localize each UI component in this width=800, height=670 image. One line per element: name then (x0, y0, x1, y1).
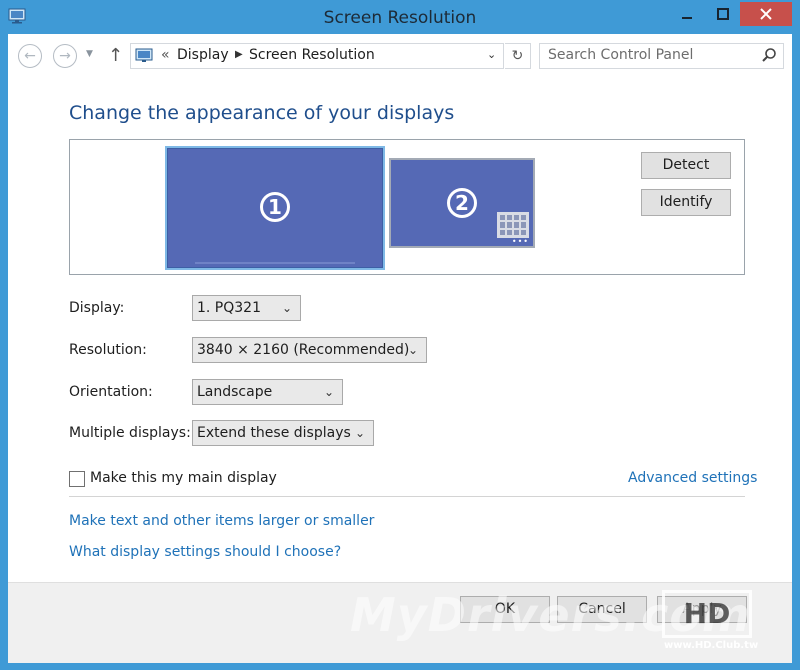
search-placeholder: Search Control Panel (548, 47, 694, 63)
screen-resolution-window: Screen Resolution ← → ▼ ↑ « Display ▶ Sc… (0, 0, 800, 670)
maximize-button[interactable] (706, 2, 740, 26)
resolution-select[interactable]: 3840 × 2160 (Recommended) ⌄ (192, 337, 427, 363)
display-settings-help-link[interactable]: What display settings should I choose? (69, 544, 341, 560)
monitor-2-number: 2 (447, 188, 477, 218)
page-title: Change the appearance of your displays (69, 102, 455, 124)
multiple-displays-label: Multiple displays: (69, 425, 191, 441)
close-button[interactable] (740, 2, 792, 26)
refresh-button[interactable]: ↻ (505, 43, 531, 69)
resolution-select-value: 3840 × 2160 (Recommended) (197, 342, 410, 358)
display-icon (135, 48, 153, 62)
display-select[interactable]: 1. PQ321 ⌄ (192, 295, 301, 321)
main-display-checkbox[interactable] (69, 471, 85, 487)
divider (69, 496, 745, 497)
breadcrumb-separator-icon[interactable]: ▶ (235, 49, 243, 60)
up-button[interactable]: ↑ (108, 45, 123, 66)
close-icon (760, 8, 772, 20)
maximize-icon (717, 8, 729, 20)
back-button[interactable]: ← (18, 44, 42, 68)
breadcrumb-screen-resolution[interactable]: Screen Resolution (249, 47, 375, 63)
hd-club-logo: HD (662, 590, 752, 638)
title-bar[interactable]: Screen Resolution (0, 0, 800, 34)
address-history-dropdown-icon[interactable]: ⌄ (487, 48, 496, 61)
multiple-displays-select-value: Extend these displays (197, 425, 351, 441)
monitor-2[interactable]: 2 ••• (389, 158, 535, 248)
monitor-1[interactable]: 1 (165, 146, 385, 270)
orientation-select-value: Landscape (197, 384, 273, 400)
forward-button[interactable]: → (53, 44, 77, 68)
display-select-value: 1. PQ321 (197, 300, 261, 316)
orientation-select[interactable]: Landscape ⌄ (192, 379, 343, 405)
up-arrow-icon: ↑ (108, 45, 124, 66)
identify-button[interactable]: Identify (641, 189, 731, 216)
address-box[interactable]: « Display ▶ Screen Resolution ⌄ (130, 43, 504, 69)
more-dots-icon: ••• (511, 237, 529, 246)
resolution-label: Resolution: (69, 342, 147, 358)
breadcrumb-overflow[interactable]: « (161, 47, 170, 63)
client-area: ← → ▼ ↑ « Display ▶ Screen Resolution ⌄ (8, 34, 792, 663)
refresh-icon: ↻ (511, 48, 524, 64)
address-bar: ← → ▼ ↑ « Display ▶ Screen Resolution ⌄ (8, 34, 792, 78)
recent-locations-dropdown[interactable]: ▼ (86, 49, 93, 59)
chevron-down-icon: ⌄ (323, 385, 334, 399)
chevron-down-icon: ⌄ (354, 426, 365, 440)
detect-button[interactable]: Detect (641, 152, 731, 179)
forward-arrow-icon: → (59, 48, 71, 64)
breadcrumb-display[interactable]: Display (177, 47, 229, 63)
text-size-link[interactable]: Make text and other items larger or smal… (69, 513, 374, 529)
search-input[interactable]: Search Control Panel (539, 43, 784, 69)
minimize-button[interactable] (668, 2, 706, 26)
search-icon (762, 48, 776, 62)
chevron-down-icon: ⌄ (281, 301, 292, 315)
multiple-displays-select[interactable]: Extend these displays ⌄ (192, 420, 374, 446)
chevron-down-icon: ⌄ (407, 343, 418, 357)
main-display-label[interactable]: Make this my main display (90, 470, 277, 486)
display-label: Display: (69, 300, 125, 316)
minimize-icon (682, 17, 692, 19)
start-tiles-icon (497, 212, 529, 238)
hd-club-url: www.HD.Club.tw (664, 640, 759, 651)
orientation-label: Orientation: (69, 384, 153, 400)
monitor-1-taskbar (195, 262, 355, 264)
back-arrow-icon: ← (24, 48, 36, 64)
advanced-settings-link[interactable]: Advanced settings (628, 470, 757, 486)
monitor-1-number: 1 (260, 192, 290, 222)
